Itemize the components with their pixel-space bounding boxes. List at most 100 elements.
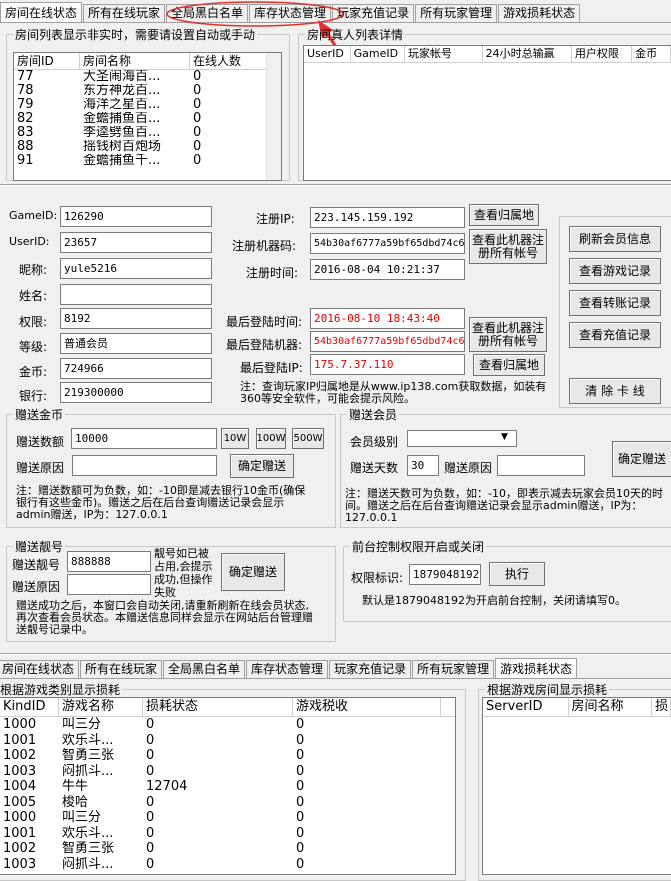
room-row[interactable]: 91 金蟾捕鱼千... 0 [14,154,281,168]
loss-row[interactable]: 1005 梭哈 0 0 [0,795,455,811]
bottom-tab-all-players[interactable]: 所有玩家管理 [412,660,495,678]
loss-value-cell: 0 [146,748,155,763]
loss-value-cell: 0 [146,825,155,841]
chevron-down-icon[interactable]: ▼ [501,432,508,442]
game-records-button[interactable]: 查看游戏记录 [569,258,661,284]
userid-field[interactable]: 23657 [60,232,212,253]
room-list-scrollbar[interactable] [266,53,281,180]
room-col-id[interactable]: 房间ID [14,53,80,69]
gift-reason-field[interactable] [72,455,217,476]
room-row[interactable]: 79 海洋之星百... 0 [14,98,281,112]
loss-col-gamename[interactable]: 游戏名称 [59,698,143,716]
bottom-tab-stock[interactable]: 库存状态管理 [246,660,329,678]
players-grid[interactable]: UserID GameID 玩家帐号 24小时总输赢 用户权限 金币 [303,45,671,181]
room-row[interactable]: 77 大圣闹海百... 0 [14,70,281,84]
gameid-field[interactable]: 126290 [60,206,212,227]
reg-time-field[interactable]: 2016-08-04 10:21:37 [310,259,465,280]
bottom-tab-loss[interactable]: 游戏损耗状态 [495,658,578,679]
loss-row[interactable]: 1001 欢乐斗... 0 0 [0,826,455,842]
room-id-cell: 77 [17,70,34,84]
bottom-tab-room-online[interactable]: 房间在线状态 [0,660,80,678]
players-col-perm[interactable]: 用户权限 [572,46,633,62]
nick-field[interactable]: yule5216 [60,258,212,279]
loss-tax-cell: 0 [296,748,305,763]
players-col-account[interactable]: 玩家帐号 [405,46,483,62]
gift-500w-button[interactable]: 500W [292,428,324,449]
bank-field[interactable]: 219300000 [60,382,212,403]
loss-gamename-cell: 欢乐斗... [62,825,114,841]
room-list-grid[interactable]: 房间ID 房间名称 在线人数 77 大圣闹海百... 0 78 东方神龙百... 0 79 海… [13,52,282,181]
loss-room-grid[interactable]: ServerID 房间名称 损 [482,697,671,875]
gameid-label: GameID: [9,209,58,222]
room-row[interactable]: 83 李逵劈鱼百... 0 [14,126,281,140]
players-col-gold[interactable]: 金币 [632,46,671,62]
gift-100w-button[interactable]: 100W [256,428,286,449]
loss-row[interactable]: 1002 智勇三张 0 0 [0,841,455,857]
bottom-tab-online-players[interactable]: 所有在线玩家 [80,660,163,678]
loss-col-tax[interactable]: 游戏税收 [293,698,441,716]
last-mc-accounts-button[interactable]: 查看此机器注册所有帐号 [469,317,547,352]
perm-exec-button[interactable]: 执行 [489,562,545,586]
gift-number-label: 赠送靓号 [12,558,61,572]
gift-amount-label: 赠送数额 [16,435,65,449]
perm-flag-field[interactable]: 1879048192 [409,564,481,585]
loss-room-col-serverid[interactable]: ServerID [483,698,569,716]
vip-reason-field[interactable] [497,455,585,476]
last-time-field[interactable]: 2016-08-10 18:43:40 [310,308,465,329]
gift-vip-confirm-button[interactable]: 确定赠送 [612,441,671,477]
room-name-cell: 摇钱树百炮场 [83,140,162,154]
loss-col-kindid[interactable]: KindID [0,698,59,716]
transfer-records-button[interactable]: 查看转账记录 [569,290,661,316]
recharge-records-button[interactable]: 查看充值记录 [569,322,661,348]
loss-col-loss[interactable]: 损耗状态 [143,698,293,716]
gift-gold-note: 注：赠送数额可为负数，如：-10即是减去银行10金币(确保银行有这些金币)。赠送… [16,484,306,521]
perm-field[interactable]: 8192 [60,308,212,329]
clear-stuck-button[interactable]: 清 除 卡 线 [569,378,661,404]
room-row[interactable]: 88 摇钱树百炮场 0 [14,140,281,154]
gold-field[interactable]: 724966 [60,358,212,379]
reg-mc-accounts-button[interactable]: 查看此机器注册所有帐号 [469,229,547,264]
reg-ip-home-button[interactable]: 查看归属地 [469,204,539,226]
bottom-tab-recharge[interactable]: 玩家充值记录 [329,660,412,678]
room-col-online[interactable]: 在线人数 [190,53,268,69]
name-field[interactable] [60,284,212,305]
loss-row[interactable]: 1002 智勇三张 0 0 [0,748,455,764]
players-col-userid[interactable]: UserID [304,46,351,62]
reg-mc-field[interactable]: 54b30af6777a59bf65dbd74c6 [310,233,465,254]
vip-days-field[interactable]: 30 [407,455,439,476]
loss-row[interactable]: 1000 叫三分 0 0 [0,717,455,733]
gift-amount-field[interactable]: 10000 [71,428,217,449]
loss-kind-grid[interactable]: KindID 游戏名称 损耗状态 游戏税收 1000 叫三分 0 0 1001 欢乐斗..… [0,697,456,875]
loss-kindid-cell: 1003 [3,763,37,779]
loss-row[interactable]: 1003 闷抓斗... 0 0 [0,764,455,780]
perm-note: 默认是1879048192为开启前台控制，关闭请填写0。 [362,594,626,607]
room-row[interactable]: 82 金蟾捕鱼百... 0 [14,112,281,126]
gift-number-reason-field[interactable] [67,574,151,595]
loss-row[interactable]: 1004 牛牛 12704 0 [0,779,455,795]
gift-number-confirm-button[interactable]: 确定赠送 [221,553,285,591]
gift-reason-label: 赠送原因 [16,461,65,475]
refresh-member-button[interactable]: 刷新会员信息 [569,226,661,252]
gift-10w-button[interactable]: 10W [221,428,249,449]
gift-vip-note: 注：赠送天数可为负数，如：-10，即表示减去玩家会员10天的时间。赠送之后在后台… [345,487,663,524]
room-row[interactable]: 78 东方神龙百... 0 [14,84,281,98]
last-ip-home-button[interactable]: 查看归属地 [473,354,545,376]
room-col-name[interactable]: 房间名称 [80,53,190,69]
bottom-tab-blackwhite[interactable]: 全局黑白名单 [163,660,246,678]
loss-row[interactable]: 1003 闷抓斗... 0 0 [0,857,455,873]
bank-label: 银行: [19,389,48,403]
players-col-winloss[interactable]: 24小时总输赢 [483,46,572,62]
level-field[interactable]: 普通会员 [60,333,212,354]
loss-row[interactable]: 1001 欢乐斗... 0 0 [0,733,455,749]
loss-room-col-name[interactable]: 房间名称 [569,698,653,716]
loss-tax-cell: 0 [296,763,305,779]
last-mc-field[interactable]: 54b30af6777a59bf65dbd74c6 [310,331,465,352]
gift-number-field[interactable]: 888888 [67,551,151,572]
loss-kindid-cell: 1003 [3,856,37,872]
last-ip-field[interactable]: 175.7.37.110 [310,354,465,375]
reg-ip-field[interactable]: 223.145.159.192 [310,207,465,228]
gift-gold-confirm-button[interactable]: 确定赠送 [230,454,294,478]
players-col-gameid[interactable]: GameID [351,46,406,62]
loss-row[interactable]: 1000 叫三分 0 0 [0,810,455,826]
loss-room-col-loss[interactable]: 损 [652,698,671,716]
